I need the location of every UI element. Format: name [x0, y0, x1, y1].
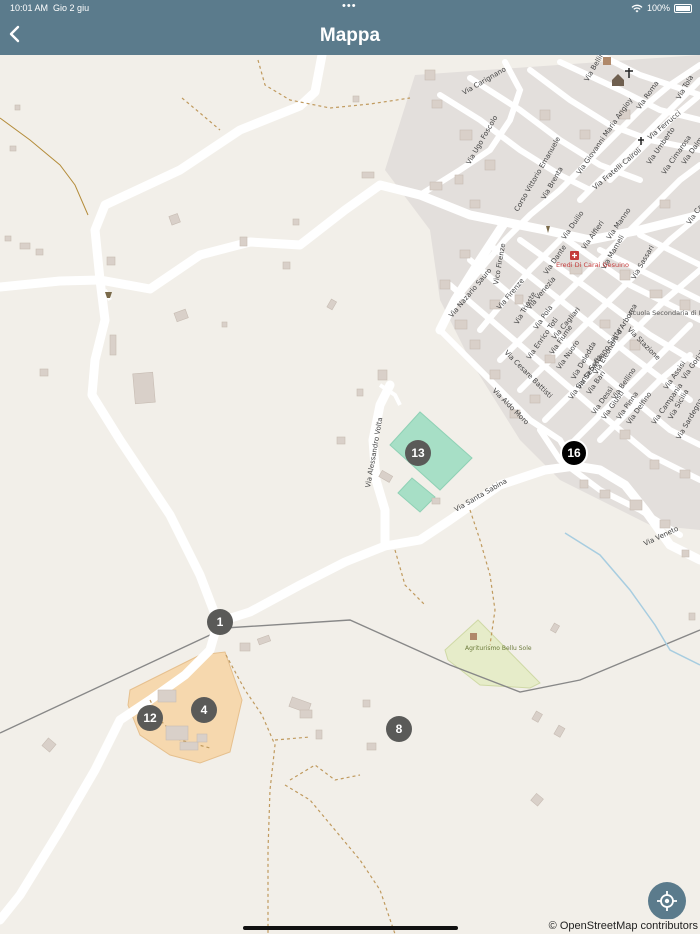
battery-icon	[674, 3, 692, 13]
pharmacy-label: Eredi Di Carai Gesuino	[556, 261, 629, 269]
map-view[interactable]: Via Santa Sabina Via Alessandro Volta Vi…	[0, 55, 700, 934]
locate-me-button[interactable]	[648, 882, 686, 920]
agriturismo-area	[444, 619, 541, 689]
map-marker[interactable]: 12	[137, 705, 163, 731]
school-label: Scuola Secondaria di I grado	[629, 309, 700, 317]
status-right: 100%	[631, 3, 692, 13]
map-marker[interactable]: 4	[191, 697, 217, 723]
wifi-icon	[631, 4, 643, 12]
agriturismo-label: Agriturismo Bellu Sole	[465, 645, 532, 652]
map-marker[interactable]: 13	[405, 440, 431, 466]
multitasking-dots-icon[interactable]: •••	[342, 0, 357, 12]
page-title: Mappa	[319, 25, 381, 46]
map-marker-selected[interactable]: 16	[560, 439, 588, 467]
status-bar: 10:01 AM Gio 2 giu ••• 100%	[0, 0, 700, 18]
pharmacy-icon[interactable]	[570, 251, 579, 260]
navigation-bar: Mappa	[0, 18, 700, 55]
home-indicator[interactable]	[243, 926, 458, 930]
status-time: 10:01 AM Gio 2 giu	[10, 3, 90, 13]
battery-percentage: 100%	[646, 3, 670, 13]
track	[0, 117, 89, 216]
map-marker[interactable]: 8	[386, 716, 412, 742]
status-date: Gio 2 giu	[53, 3, 90, 13]
street-label: Via Santa Sabina	[453, 477, 508, 514]
map-canvas[interactable]: Via Santa Sabina Via Alessandro Volta Vi…	[0, 55, 700, 934]
map-marker[interactable]: 1	[207, 609, 233, 635]
agriturismo-icon[interactable]	[470, 633, 477, 640]
landmark-icon[interactable]	[603, 57, 611, 65]
location-target-icon	[657, 891, 677, 911]
sports-field	[389, 411, 473, 491]
sports-field-small	[397, 477, 436, 513]
railway-line	[0, 619, 700, 734]
map-attribution[interactable]: © OpenStreetMap contributors	[546, 919, 700, 933]
